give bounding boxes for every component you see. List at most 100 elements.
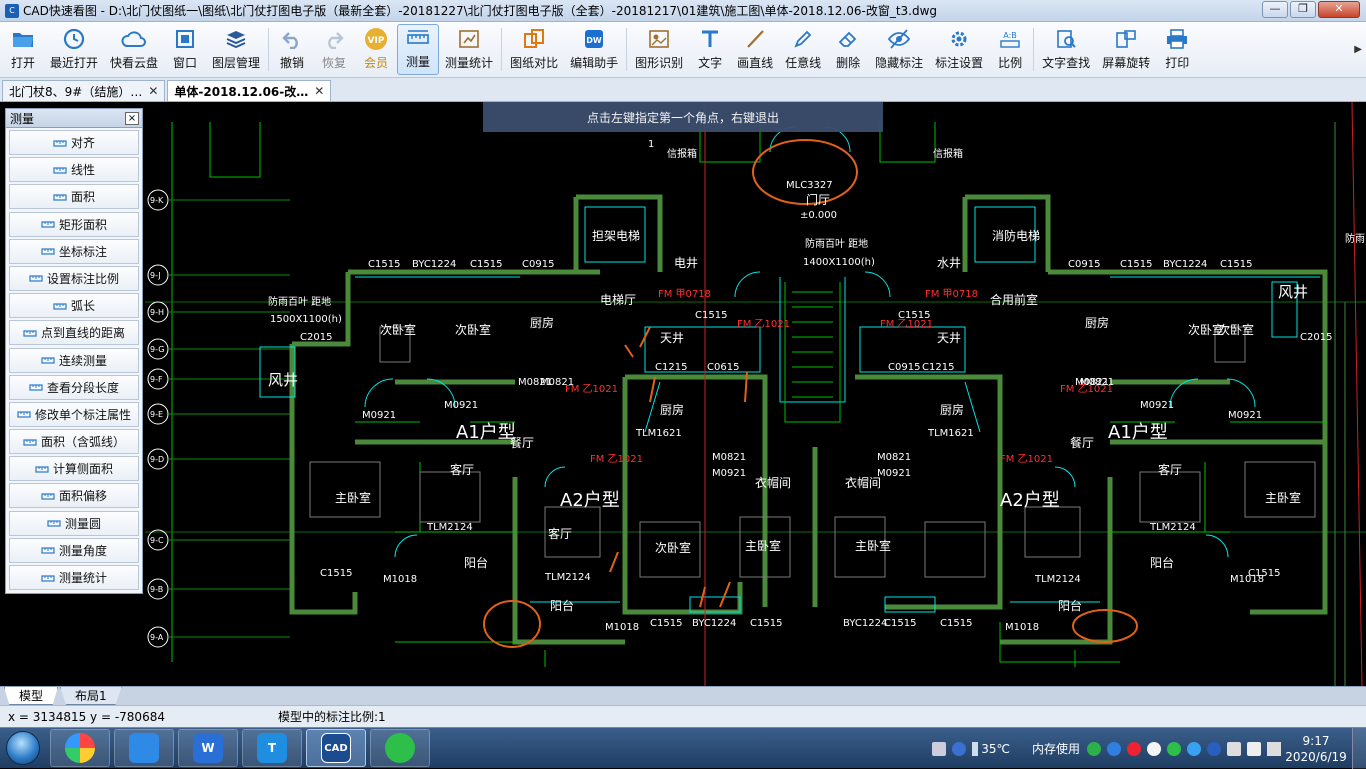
tag-label: C0915 (888, 362, 920, 373)
main-toolbar: 打开 最近打开 快看云盘 窗口 图层管理 撤销 恢复 VIP 会员 测量 测量统… (0, 22, 1366, 78)
network-icon[interactable] (1267, 741, 1281, 756)
taskbar-feather[interactable] (114, 729, 174, 767)
unit-type-label: A2户型 (1000, 490, 1060, 511)
drawing-note: 1 (648, 139, 654, 150)
rotate-icon (1113, 27, 1139, 51)
room-label: 电井 (674, 256, 698, 270)
measure-panel-header[interactable]: 测量 × (6, 109, 142, 128)
mark-settings-button[interactable]: 标注设置 (929, 22, 989, 77)
erase-button[interactable]: 删除 (827, 22, 869, 77)
line-button[interactable]: 画直线 (731, 22, 779, 77)
measure-tool-item[interactable]: 测量统计 (9, 565, 139, 590)
tab-layout1[interactable]: 布局1 (60, 687, 122, 705)
grid-axis-label: 9-A (150, 633, 164, 642)
close-tab-icon[interactable]: ✕ (314, 84, 324, 98)
measure-tool-item[interactable]: 面积 (9, 184, 139, 210)
cloud-button[interactable]: 快看云盘 (104, 22, 164, 77)
measure-tool-item[interactable]: 计算侧面积 (9, 456, 139, 482)
security-icon[interactable] (1087, 741, 1101, 756)
taskbar-wechat[interactable] (370, 729, 430, 767)
annotation-scale: 模型中的标注比例:1 (278, 710, 386, 724)
find-text-button[interactable]: 文字查找 (1036, 22, 1096, 77)
window-button[interactable]: 窗口 (164, 22, 206, 77)
wechat-tray-icon[interactable] (1167, 741, 1181, 756)
show-desktop-button[interactable] (1352, 728, 1366, 769)
text-button[interactable]: 文字 (689, 22, 731, 77)
taskbar-browser[interactable] (50, 729, 110, 767)
measure-tool-item[interactable]: 查看分段长度 (9, 374, 139, 400)
measure-stats-button[interactable]: 测量统计 (439, 22, 499, 77)
close-panel-icon[interactable]: × (125, 111, 139, 125)
measure-tool-item[interactable]: 矩形面积 (9, 211, 139, 237)
help-icon[interactable] (952, 741, 967, 756)
eraser-icon (835, 27, 861, 51)
measure-tool-item[interactable]: 设置标注比例 (9, 265, 139, 291)
fire-door-tag: FM 乙1021 (565, 383, 618, 395)
taskbar-text-tool[interactable]: T (242, 729, 302, 767)
tag-label: M0921 (444, 400, 478, 411)
clipboard-icon[interactable] (1227, 741, 1241, 756)
measure-tool-item[interactable]: 测量圆 (9, 510, 139, 536)
taskbar-cad[interactable]: CAD (306, 729, 366, 767)
measure-tool-item[interactable]: 点到直线的距离 (9, 320, 139, 346)
print-button[interactable]: 打印 (1156, 22, 1198, 77)
freeline-button[interactable]: 任意线 (779, 22, 827, 77)
tab-model[interactable]: 模型 (4, 687, 59, 705)
compare-button[interactable]: 图纸对比 (504, 22, 564, 77)
measure-tool-item[interactable]: 对齐 (9, 130, 139, 155)
recent-button[interactable]: 最近打开 (44, 22, 104, 77)
rotate-button[interactable]: 屏幕旋转 (1096, 22, 1156, 77)
clock-icon (61, 27, 87, 51)
measure-tool-item[interactable]: 坐标标注 (9, 238, 139, 264)
tag-label: TLM1621 (635, 428, 682, 439)
ruler-icon (405, 26, 431, 50)
grid-axis-label: 9-K (150, 196, 164, 205)
hide-mark-button[interactable]: 隐藏标注 (869, 22, 929, 77)
measure-tool-item[interactable]: 连续测量 (9, 347, 139, 373)
start-button[interactable] (0, 728, 46, 768)
shape-recognize-button[interactable]: 图形识别 (629, 22, 689, 77)
tab-structure[interactable]: 北门杖8、9#（结施）… ✕ (2, 80, 166, 101)
qq-icon[interactable] (1147, 741, 1161, 756)
close-tab-icon[interactable]: ✕ (148, 84, 158, 98)
weibo-icon[interactable] (1127, 741, 1141, 756)
weather-icon[interactable] (972, 741, 979, 756)
vip-button[interactable]: VIP 会员 (355, 22, 397, 77)
clock[interactable]: 9:17 2020/6/19 (1284, 733, 1348, 765)
measure-button[interactable]: 测量 (397, 24, 440, 75)
bluetooth-icon[interactable] (1207, 741, 1221, 756)
measure-tool-item[interactable]: 面积（含弧线） (9, 429, 139, 455)
room-label: 风井 (268, 371, 298, 389)
app-icon: C (5, 3, 19, 18)
printer-icon (1164, 27, 1190, 51)
tag-label: M1018 (383, 574, 417, 585)
volume-muted-icon[interactable] (1247, 741, 1261, 756)
toolbar-more-icon[interactable]: ▶ (1354, 44, 1362, 55)
redo-button[interactable]: 恢复 (313, 22, 355, 77)
tab-current-drawing[interactable]: 单体-2018.12.06-改… ✕ (167, 80, 332, 101)
feather-tray-icon[interactable] (1187, 741, 1201, 756)
measure-tool-icon (53, 190, 67, 204)
measure-tool-item[interactable]: 修改单个标注属性 (9, 401, 139, 427)
taskbar-wps[interactable]: W (178, 729, 238, 767)
measure-tool-icon (17, 407, 31, 421)
tag-label: C1515 (368, 259, 400, 270)
measure-tool-item[interactable]: 线性 (9, 157, 139, 183)
measure-tool-item[interactable]: 测量角度 (9, 537, 139, 563)
layers-button[interactable]: 图层管理 (206, 22, 266, 77)
drawing-canvas[interactable]: 9-K 9-J 9-H 9-G 9-F 9-E 9-D 9-C 9-B 9-A (0, 102, 1366, 686)
open-button[interactable]: 打开 (2, 22, 44, 77)
tag-label: TLM2124 (1034, 574, 1081, 585)
undo-button[interactable]: 撤销 (271, 22, 313, 77)
restore-button[interactable]: ❐ (1290, 1, 1316, 18)
keyboard-icon[interactable] (932, 741, 947, 756)
edit-helper-button[interactable]: DW 编辑助手 (564, 22, 624, 77)
eye-off-icon (886, 27, 912, 51)
measure-tool-item[interactable]: 面积偏移 (9, 483, 139, 509)
minimize-button[interactable]: — (1262, 1, 1288, 18)
taskbar: W T CAD 35℃ 内存使用 9:17 2020/6/19 (0, 727, 1366, 769)
gear-icon[interactable] (1107, 741, 1121, 756)
ratio-button[interactable]: A:B 比例 (989, 22, 1031, 77)
close-window-button[interactable]: ✕ (1318, 1, 1360, 18)
measure-tool-item[interactable]: 弧长 (9, 293, 139, 319)
